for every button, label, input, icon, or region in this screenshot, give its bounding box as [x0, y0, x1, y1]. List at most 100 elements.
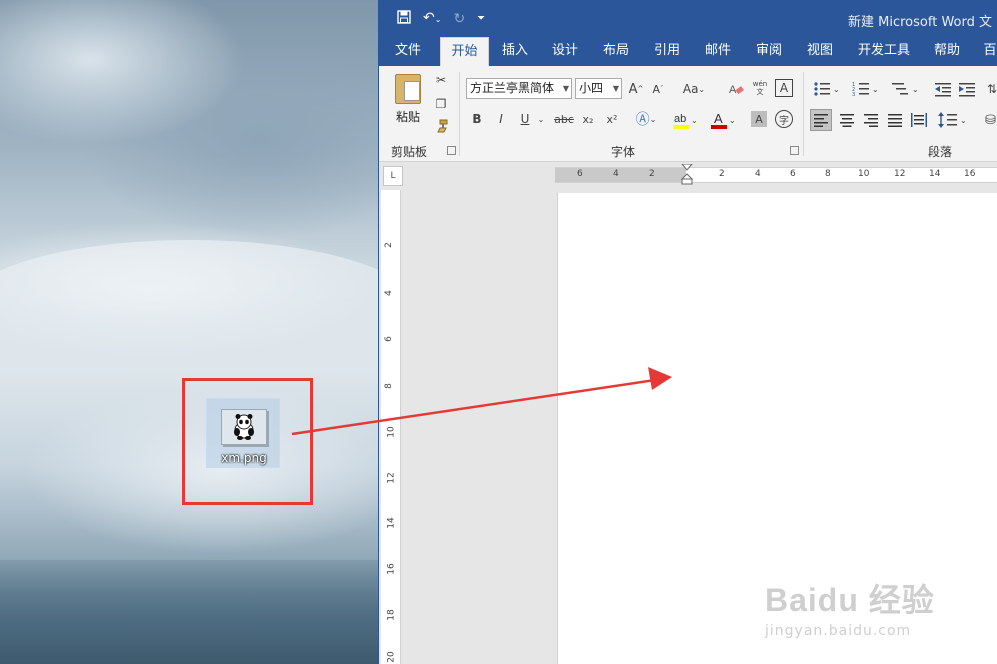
cut-icon[interactable]: ✂	[433, 72, 449, 88]
water-area	[0, 560, 380, 664]
bold-button[interactable]: B	[469, 110, 485, 128]
title-bar: ↶⌄ ↻ ⏷ 新建 Microsoft Word 文	[379, 0, 997, 37]
tab-developer[interactable]: 开发工具	[853, 37, 915, 66]
quick-access-toolbar: ↶⌄ ↻ ⏷	[397, 9, 485, 29]
svg-text:A: A	[714, 111, 723, 126]
tab-review[interactable]: 审阅	[749, 37, 789, 66]
italic-button[interactable]: I	[493, 110, 509, 128]
font-size-value: 小四	[579, 81, 604, 95]
shading-icon[interactable]: ⛁	[983, 109, 997, 131]
svg-text:⌄: ⌄	[872, 85, 879, 94]
svg-text:⌄: ⌄	[960, 116, 967, 125]
grow-font-icon[interactable]: A ^	[627, 80, 645, 98]
clear-formatting-icon[interactable]: A	[727, 80, 745, 98]
group-separator	[459, 72, 460, 156]
font-color-icon[interactable]: A ⌄	[709, 110, 737, 130]
clipboard-icon	[395, 74, 421, 104]
ruler-number: 16	[386, 563, 397, 575]
ruler-number: 8	[383, 383, 394, 389]
shrink-font-icon[interactable]: Aˇ	[649, 80, 667, 98]
increase-indent-icon[interactable]	[957, 79, 977, 99]
paste-button[interactable]: 粘贴	[393, 74, 423, 134]
horizontal-ruler[interactable]: 6 4 2 2 4 6 8 10 12 14 16	[555, 164, 997, 186]
ruler-number: 2	[719, 169, 725, 179]
ruler-number: 12	[386, 472, 397, 484]
tab-file[interactable]: 文件	[387, 37, 429, 66]
copy-icon[interactable]: ❐	[433, 96, 449, 112]
clipboard-group-label: 剪贴板	[391, 145, 428, 159]
ruler-number: 6	[790, 169, 796, 179]
tab-selector[interactable]: L	[383, 166, 403, 186]
character-border-icon[interactable]: A	[775, 79, 793, 97]
line-spacing-icon[interactable]: ⌄	[937, 109, 969, 131]
chevron-down-icon: ▼	[562, 84, 569, 93]
text-effects-icon[interactable]: Ⓐ ⌄	[633, 110, 659, 128]
change-case-button[interactable]: Aa ⌄	[679, 80, 709, 98]
save-icon[interactable]	[397, 9, 411, 29]
phonetic-guide-button[interactable]: wén 文	[751, 78, 769, 98]
ruler-number: 6	[577, 169, 583, 179]
numbering-icon[interactable]: 1 2 3 ⌄	[851, 79, 881, 99]
tab-insert[interactable]: 插入	[495, 37, 535, 66]
redo-icon[interactable]: ↻	[453, 10, 465, 28]
highlight-box	[182, 378, 313, 505]
distributed-align-icon[interactable]	[908, 109, 930, 131]
svg-text:⌄: ⌄	[729, 116, 736, 125]
phonetic-guide-label: wén	[752, 80, 768, 88]
ruler-number: 20	[386, 651, 397, 663]
change-case-label: Aa	[682, 82, 699, 96]
desktop-wallpaper	[0, 0, 380, 664]
strikethrough-button[interactable]: abc	[552, 110, 576, 128]
multilevel-list-icon[interactable]: ⌄	[890, 79, 922, 99]
svg-text:ab: ab	[674, 113, 686, 125]
underline-button[interactable]: U	[517, 110, 533, 128]
tab-layout[interactable]: 布局	[596, 37, 636, 66]
tab-design[interactable]: 设计	[545, 37, 585, 66]
tab-view[interactable]: 视图	[800, 37, 840, 66]
ruler-number: 2	[649, 169, 655, 179]
bullets-icon[interactable]: ⌄	[812, 79, 842, 99]
tab-mailings[interactable]: 邮件	[698, 37, 738, 66]
highlight-color-icon[interactable]: ab ⌄	[671, 110, 699, 130]
watermark-brand: Baidu 经验	[765, 582, 935, 618]
tab-home[interactable]: 开始	[440, 37, 489, 66]
format-painter-icon[interactable]	[433, 118, 449, 134]
undo-icon[interactable]: ↶⌄	[423, 9, 441, 29]
group-separator	[803, 72, 804, 156]
ruler-number: 4	[755, 169, 761, 179]
font-family-select[interactable]: 方正兰亭黑简体 ▼	[466, 78, 572, 99]
clipboard-launcher-icon[interactable]	[447, 146, 456, 155]
ruler-number: 16	[964, 169, 976, 179]
ruler-number: 14	[386, 517, 397, 529]
vertical-ruler[interactable]: 2 4 6 8 10 12 14 16 18 20	[381, 190, 401, 664]
chevron-down-icon[interactable]: ⌄	[536, 110, 546, 128]
sort-icon[interactable]: ⇅	[986, 79, 997, 99]
svg-text:3: 3	[852, 92, 855, 98]
align-center-icon[interactable]	[836, 109, 858, 131]
ruler-number: 4	[613, 169, 619, 179]
tab-partial[interactable]: 百	[980, 37, 997, 66]
align-left-icon[interactable]	[810, 109, 832, 131]
indent-markers-icon[interactable]	[681, 164, 693, 186]
font-launcher-icon[interactable]	[790, 146, 799, 155]
justify-icon[interactable]	[884, 109, 906, 131]
font-group-label: 字体	[611, 145, 636, 159]
snow-ridge	[0, 240, 380, 380]
character-shading-icon[interactable]: A	[751, 111, 767, 127]
decrease-indent-icon[interactable]	[933, 79, 953, 99]
watermark-url: jingyan.baidu.com	[765, 623, 912, 639]
baidu-watermark: Baidu 经验 jingyan.baidu.com	[765, 575, 965, 645]
ruler-number: 18	[386, 609, 397, 621]
ribbon-tabs: 文件 开始 插入 设计 布局 引用 邮件 审阅 视图 开发工具 帮助 百	[379, 37, 997, 66]
svg-text:⌄: ⌄	[691, 116, 698, 125]
subscript-button[interactable]: x₂	[579, 110, 597, 128]
chevron-down-icon: ▼	[612, 84, 619, 93]
tab-help[interactable]: 帮助	[927, 37, 967, 66]
tab-references[interactable]: 引用	[647, 37, 687, 66]
font-size-select[interactable]: 小四 ▼	[575, 78, 622, 99]
customize-icon[interactable]: ⏷	[477, 10, 485, 28]
superscript-button[interactable]: x²	[603, 110, 621, 128]
align-right-icon[interactable]	[860, 109, 882, 131]
ruler-number: 10	[386, 426, 397, 438]
enclose-characters-icon[interactable]: 字	[775, 110, 793, 128]
